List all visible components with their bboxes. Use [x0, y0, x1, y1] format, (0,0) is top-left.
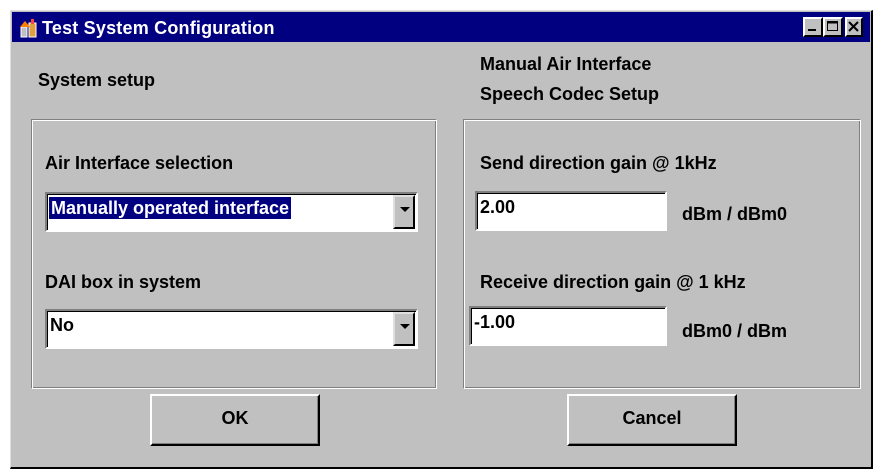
chevron-down-icon — [400, 207, 410, 212]
receive-gain-input[interactable]: -1.00 — [469, 306, 667, 346]
system-setup-heading: System setup — [38, 70, 156, 90]
close-button[interactable] — [845, 17, 863, 37]
app-icon — [20, 19, 37, 38]
dai-box-dropdown-button[interactable] — [393, 312, 415, 346]
air-interface-select[interactable]: Manually operated interface — [45, 192, 418, 232]
send-gain-input[interactable]: 2.00 — [475, 191, 667, 231]
minimize-icon — [808, 29, 816, 31]
cancel-button[interactable]: Cancel — [567, 394, 737, 446]
maximize-icon — [827, 21, 838, 31]
dialog-window: Test System Configuration System setup A… — [10, 10, 873, 469]
receive-gain-unit: dBm0 / dBm — [682, 321, 788, 341]
close-icon — [848, 21, 859, 32]
codec-setup-heading-line1: Manual Air Interface — [480, 54, 652, 74]
window-title: Test System Configuration — [42, 18, 275, 38]
dai-box-value: No — [50, 315, 74, 335]
maximize-button[interactable] — [823, 17, 843, 37]
dai-box-label: DAI box in system — [45, 272, 202, 292]
title-bar[interactable]: Test System Configuration — [12, 12, 870, 42]
ok-button[interactable]: OK — [150, 394, 320, 446]
receive-gain-value: -1.00 — [474, 312, 516, 332]
air-interface-dropdown-button[interactable] — [393, 195, 415, 229]
minimize-button[interactable] — [803, 17, 823, 37]
ok-button-label: OK — [221, 408, 249, 428]
cancel-button-label: Cancel — [622, 408, 682, 428]
dai-box-select[interactable]: No — [45, 309, 418, 349]
send-gain-unit: dBm / dBm0 — [682, 204, 788, 224]
air-interface-label: Air Interface selection — [45, 153, 234, 173]
codec-setup-heading-line2: Speech Codec Setup — [480, 84, 660, 104]
receive-gain-label: Receive direction gain @ 1 kHz — [480, 272, 746, 292]
air-interface-value: Manually operated interface — [49, 197, 292, 219]
send-gain-value: 2.00 — [480, 197, 516, 217]
chevron-down-icon — [400, 324, 410, 329]
send-gain-label: Send direction gain @ 1kHz — [480, 153, 717, 173]
